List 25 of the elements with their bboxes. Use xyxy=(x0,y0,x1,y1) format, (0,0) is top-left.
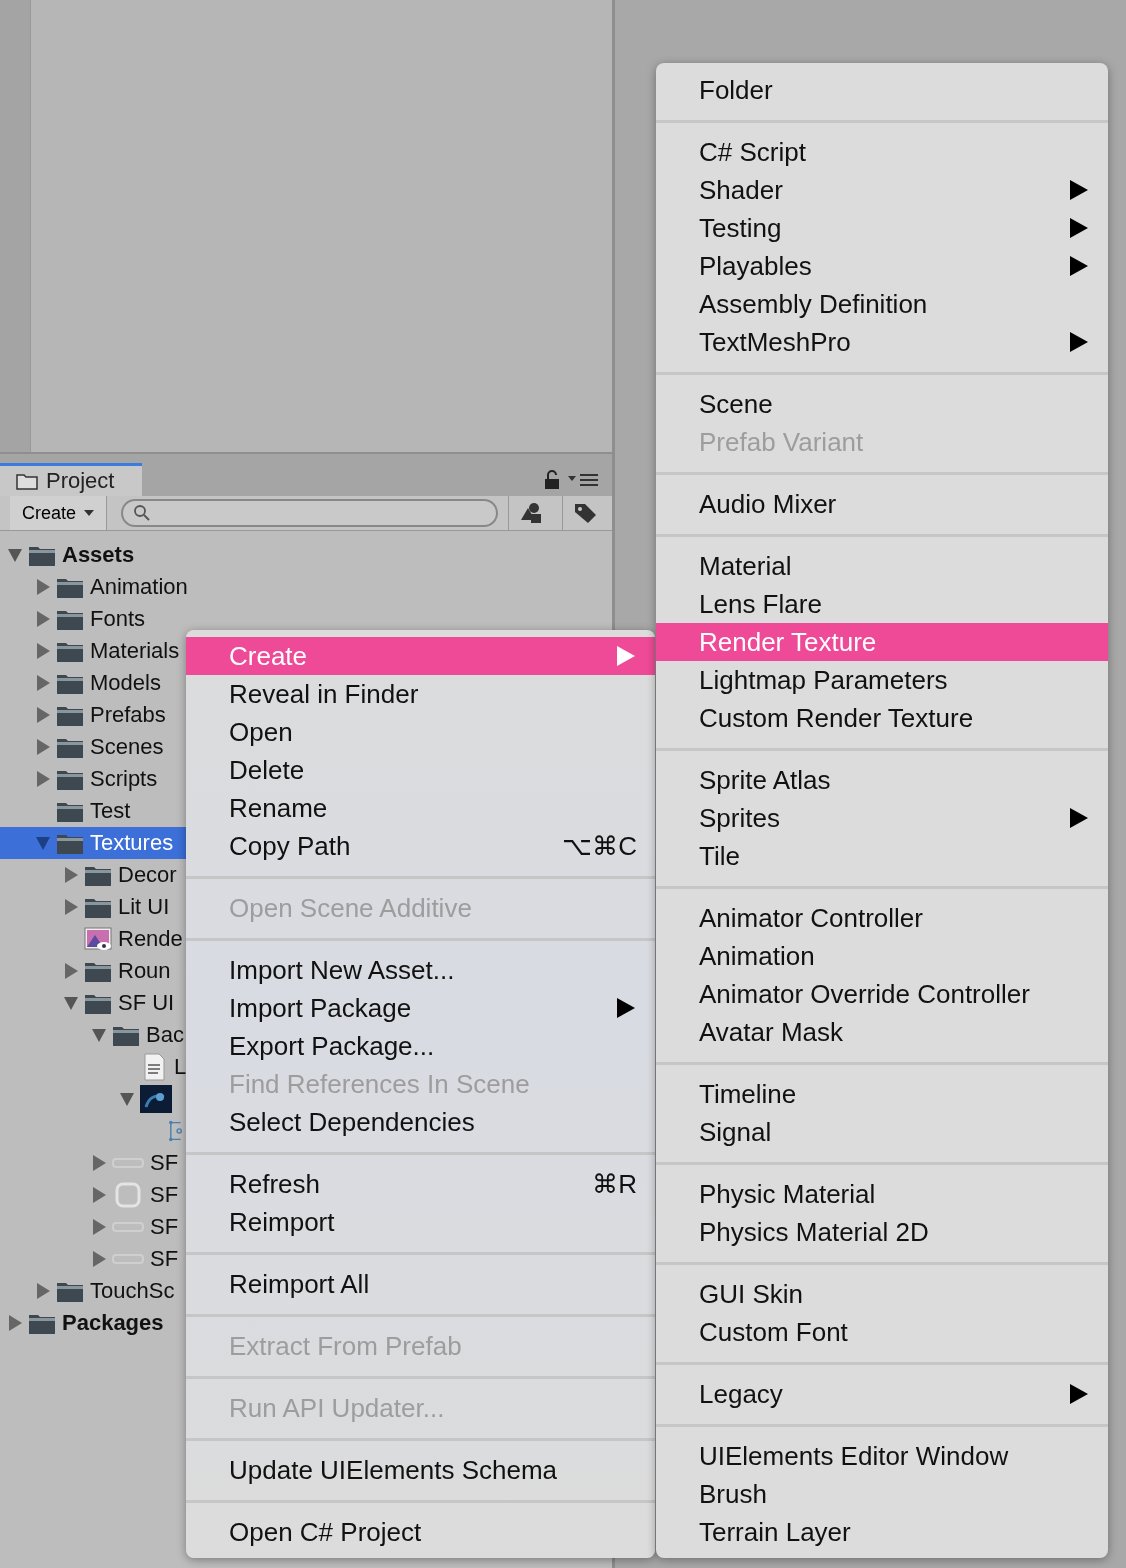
tree-item-label: Packages xyxy=(62,1310,164,1336)
tree-item-label: Fonts xyxy=(90,606,146,632)
tree-item-label: Roun xyxy=(118,958,171,984)
tree-item-label: Assets xyxy=(62,542,135,568)
tree-item-label: Bac xyxy=(146,1022,184,1048)
tree-item-label: Rende xyxy=(118,926,183,952)
tree-item-label: Models xyxy=(90,670,161,696)
tree-item-label: L xyxy=(174,1054,187,1080)
tree-item-label: Decor xyxy=(118,862,177,888)
tree-item-label: Prefabs xyxy=(90,702,166,728)
tree-item-label: SF xyxy=(150,1150,179,1176)
tree-item-label: Scenes xyxy=(90,734,164,760)
tree-item-label: Animation xyxy=(90,574,188,600)
tree-item-label: SF xyxy=(150,1214,179,1240)
tree-item-label: Lit UI xyxy=(118,894,170,920)
tree-item-label: SF UI xyxy=(118,990,175,1016)
shortcut-label: ⌘R xyxy=(592,1168,637,1200)
tree-item-label: Materials xyxy=(90,638,180,664)
shortcut-label: ⌥⌘C xyxy=(562,830,637,862)
tree-item-label: TouchSc xyxy=(90,1278,175,1304)
tree-item-label: Scripts xyxy=(90,766,158,792)
tree-item-label: SF xyxy=(150,1246,179,1272)
tree-item-label: SF xyxy=(150,1182,179,1208)
tree-item-label: Test xyxy=(90,798,131,824)
tree-item-label: Textures xyxy=(90,830,174,856)
